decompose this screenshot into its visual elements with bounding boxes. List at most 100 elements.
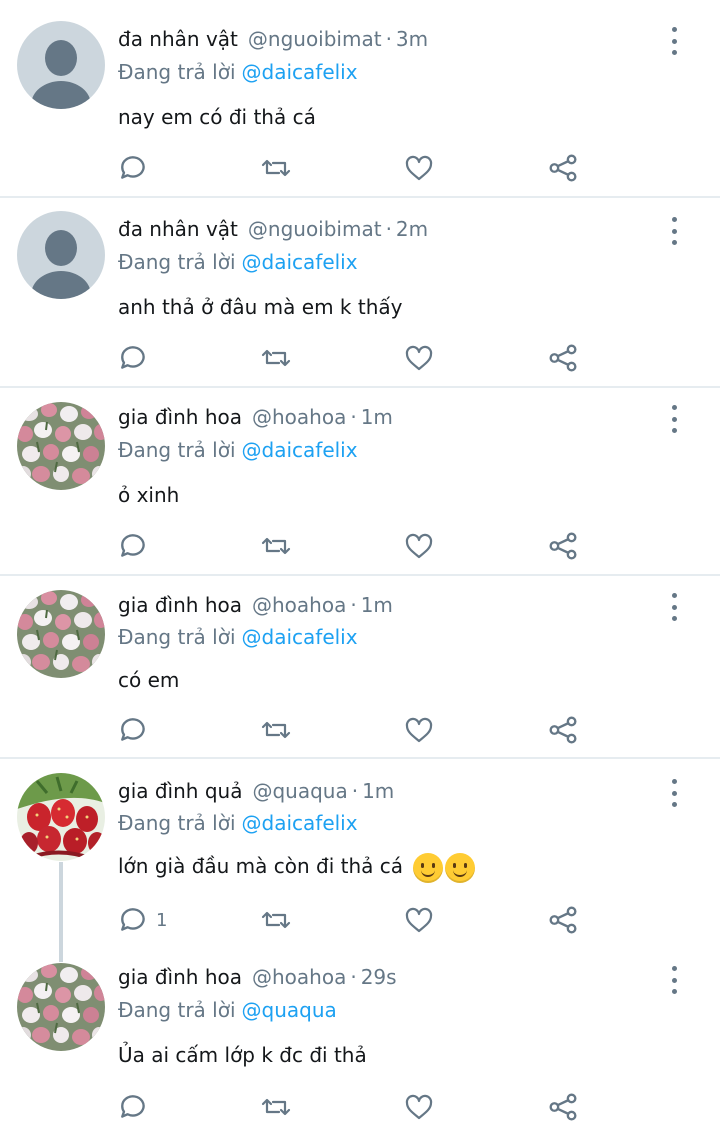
share-button[interactable] [548, 151, 578, 185]
reply-button[interactable] [118, 1090, 156, 1124]
reply-prefix: Đang trả lời [118, 998, 236, 1022]
share-icon [549, 1093, 577, 1121]
share-icon [549, 532, 577, 560]
reply-button[interactable] [118, 713, 156, 747]
replying-to: Đang trả lời @daicafelix [118, 437, 358, 463]
more-options-icon[interactable] [662, 593, 686, 621]
heart-icon [405, 907, 433, 933]
handle[interactable]: @hoahoa [252, 593, 346, 617]
more-options-icon[interactable] [662, 966, 686, 994]
avatar[interactable] [17, 590, 105, 678]
reply-icon [121, 346, 145, 369]
timestamp: 3m [395, 27, 429, 51]
reply-icon [121, 718, 145, 741]
avatar[interactable] [17, 773, 105, 861]
share-icon [549, 344, 577, 372]
tweet-text: ỏ xinh [118, 483, 180, 507]
retweet-button[interactable] [260, 341, 292, 375]
share-icon [549, 906, 577, 934]
display-name[interactable]: gia đình hoa [118, 965, 242, 989]
thread-line [59, 862, 63, 962]
like-button[interactable] [404, 1090, 434, 1124]
avatar[interactable] [17, 21, 105, 109]
more-options-icon[interactable] [662, 405, 686, 433]
reply-prefix: Đang trả lời [118, 438, 236, 462]
retweet-button[interactable] [260, 903, 292, 937]
retweet-icon [261, 159, 291, 177]
reply-button[interactable]: 1 [118, 903, 167, 937]
replying-to: Đang trả lời @daicafelix [118, 624, 358, 650]
mention-link[interactable]: @daicafelix [242, 250, 358, 274]
reply-button[interactable] [118, 151, 156, 185]
reply-icon [121, 156, 145, 179]
retweet-icon [261, 537, 291, 555]
mention-link[interactable]: @daicafelix [242, 811, 358, 835]
like-button[interactable] [404, 341, 434, 375]
retweet-button[interactable] [260, 713, 292, 747]
reply-button[interactable] [118, 529, 156, 563]
share-button[interactable] [548, 529, 578, 563]
more-options-icon[interactable] [662, 217, 686, 245]
avatar[interactable] [17, 402, 105, 490]
like-button[interactable] [404, 151, 434, 185]
display-name[interactable]: đa nhân vật [118, 217, 238, 241]
heart-icon [405, 533, 433, 559]
avatar[interactable] [17, 211, 105, 299]
share-button[interactable] [548, 903, 578, 937]
reply-button[interactable] [118, 341, 156, 375]
share-button[interactable] [548, 341, 578, 375]
mention-link[interactable]: @daicafelix [242, 60, 358, 84]
share-button[interactable] [548, 713, 578, 747]
mention-link[interactable]: @daicafelix [242, 625, 358, 649]
handle[interactable]: @nguoibimat [248, 27, 382, 51]
separator-dot: · [351, 779, 359, 803]
reply-icon [121, 534, 145, 557]
retweet-button[interactable] [260, 151, 292, 185]
avatar[interactable] [17, 963, 105, 1051]
reply-prefix: Đang trả lời [118, 811, 236, 835]
more-options-icon[interactable] [662, 779, 686, 807]
display-name[interactable]: gia đình quả [118, 779, 242, 803]
tweet-text: có em [118, 668, 180, 692]
replying-to: Đang trả lời @quaqua [118, 997, 337, 1023]
retweet-button[interactable] [260, 1090, 292, 1124]
share-button[interactable] [548, 1090, 578, 1124]
retweet-button[interactable] [260, 529, 292, 563]
like-button[interactable] [404, 903, 434, 937]
reply-icon [121, 908, 145, 931]
display-name[interactable]: gia đình hoa [118, 593, 242, 617]
separator-dot: · [350, 405, 357, 429]
reply-icon [121, 1095, 145, 1118]
heart-icon [405, 155, 433, 181]
display-name[interactable]: gia đình hoa [118, 405, 242, 429]
divider [0, 386, 720, 388]
timestamp: 1m [362, 779, 395, 803]
reply-prefix: Đang trả lời [118, 60, 236, 84]
retweet-icon [261, 911, 291, 929]
tweet-text-row: lớn già đầu mà còn đi thả cá [118, 852, 476, 883]
like-button[interactable] [404, 713, 434, 747]
replying-to: Đang trả lời @daicafelix [118, 810, 358, 836]
tweet-text: lớn già đầu mà còn đi thả cá [118, 854, 404, 878]
mention-link[interactable]: @daicafelix [242, 438, 358, 462]
handle[interactable]: @nguoibimat [248, 217, 382, 241]
tweet-text: anh thả ở đâu mà em k thấy [118, 295, 403, 319]
display-name[interactable]: đa nhân vật [118, 27, 238, 51]
slightly-smiling-face-icon [413, 852, 444, 883]
more-options-icon[interactable] [662, 27, 686, 55]
tweet-text: nay em có đi thả cá [118, 105, 316, 129]
timestamp: 1m [360, 405, 393, 429]
like-button[interactable] [404, 529, 434, 563]
mention-link[interactable]: @quaqua [242, 998, 337, 1022]
separator-dot: · [350, 593, 357, 617]
handle[interactable]: @hoahoa [252, 965, 346, 989]
handle[interactable]: @hoahoa [252, 405, 346, 429]
divider [0, 757, 720, 759]
handle[interactable]: @quaqua [252, 779, 347, 803]
heart-icon [405, 345, 433, 371]
retweet-icon [261, 1098, 291, 1116]
replying-to: Đang trả lời @daicafelix [118, 59, 358, 85]
replying-to: Đang trả lời @daicafelix [118, 249, 358, 275]
reply-prefix: Đang trả lời [118, 625, 236, 649]
timestamp: 1m [360, 593, 393, 617]
